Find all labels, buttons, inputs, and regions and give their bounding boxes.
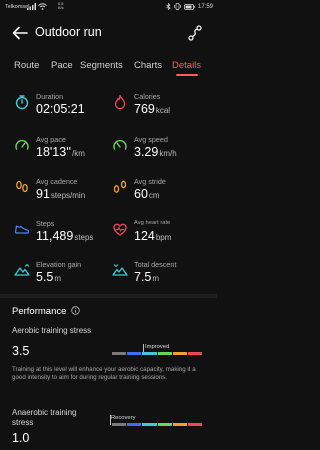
bar-segment — [127, 352, 142, 355]
bar-segment — [112, 423, 127, 426]
metric-avg-stride: Avg stride 60cm — [112, 177, 212, 207]
performance-title: Performance — [12, 306, 67, 317]
anaerobic-level-label: Recovery — [111, 415, 136, 421]
metric-avg-pace: Avg pace 18'13''/km — [14, 135, 114, 165]
metric-unit: km/h — [159, 149, 177, 158]
bar-segment — [142, 352, 157, 355]
tab-segments[interactable]: Segments — [80, 60, 123, 71]
net-speed-unit: K/s — [58, 6, 64, 10]
flame-icon — [114, 94, 126, 110]
footprints-icon — [16, 180, 28, 193]
bar-segment — [172, 352, 187, 355]
bar-segment — [187, 352, 203, 355]
tab-details[interactable]: Details — [172, 60, 201, 71]
mountain-up-icon — [14, 263, 30, 276]
bar-segment — [157, 352, 172, 355]
active-tab-indicator — [176, 74, 198, 76]
back-arrow-icon[interactable] — [11, 24, 29, 42]
tab-pace[interactable]: Pace — [51, 60, 73, 71]
bar-segment — [187, 423, 203, 426]
clock: 17:59 — [197, 3, 213, 10]
metric-unit: bpm — [155, 233, 172, 242]
metric-value: 11,489 — [36, 229, 74, 243]
tab-route[interactable]: Route — [14, 60, 39, 71]
aerobic-stress-value: 3.5 — [12, 344, 30, 358]
cell-signal-icon — [27, 3, 36, 10]
bar-segment — [142, 423, 157, 426]
metric-value: 18'13'' — [36, 145, 71, 159]
route-share-icon[interactable] — [187, 25, 203, 41]
anaerobic-stress-bar — [112, 423, 203, 426]
aerobic-level-label: Improved — [145, 344, 170, 350]
speed-gauge-icon — [113, 139, 127, 150]
net-speed: 0.5 K/s — [58, 2, 64, 10]
metric-unit: m — [152, 274, 160, 283]
metric-unit: /km — [71, 149, 85, 158]
mountain-down-icon — [112, 264, 128, 276]
status-bar: Telkomsel 0.5 K/s 17:59 — [0, 0, 217, 16]
shoe-icon — [14, 225, 30, 234]
bar-segment — [127, 423, 142, 426]
metric-calories: Calories 769kcal — [112, 92, 212, 122]
battery-icon — [184, 3, 195, 10]
page-title: Outdoor run — [35, 25, 102, 39]
metric-duration: Duration 02:05:21 — [14, 92, 114, 122]
metric-label: Avg heart rate — [134, 220, 171, 226]
wifi-icon — [38, 3, 47, 10]
tab-charts[interactable]: Charts — [134, 60, 162, 71]
aerobic-stress-bar — [112, 352, 203, 355]
metric-avg-cadence: Avg cadence 91steps/min — [14, 177, 114, 207]
metric-unit: cm — [148, 191, 160, 200]
metric-avg-speed: Avg speed 3.29km/h — [112, 135, 212, 165]
metric-value: 5.5 — [36, 270, 54, 284]
stride-icon — [113, 180, 127, 193]
metric-value: 60 — [134, 187, 148, 201]
aerobic-stress-description: Training at this level will enhance your… — [12, 366, 196, 381]
bar-segment — [112, 352, 127, 355]
metric-unit: m — [54, 274, 62, 283]
metric-value: 124 — [134, 229, 155, 243]
app-header: Outdoor run — [0, 20, 217, 46]
metric-unit: kcal — [155, 106, 171, 115]
pace-gauge-icon — [15, 139, 29, 150]
bar-segment — [157, 423, 172, 426]
metric-unit: steps — [74, 233, 94, 242]
metric-value: 7.5 — [134, 270, 152, 284]
section-divider — [0, 294, 217, 298]
bluetooth-icon — [166, 3, 171, 10]
metric-value: 769 — [134, 102, 155, 116]
metric-value: 91 — [36, 187, 50, 201]
anaerobic-stress-value: 1.0 — [12, 431, 30, 445]
anaerobic-stress-label: Anaerobic training stress — [12, 408, 77, 427]
metric-total-descent: Total descent 7.5m — [112, 260, 212, 290]
stopwatch-icon — [15, 95, 29, 110]
metric-value: 02:05:21 — [36, 102, 85, 116]
vibrate-icon — [174, 3, 181, 10]
metric-value: 3.29 — [134, 145, 159, 159]
signal-icons — [27, 3, 47, 10]
aerobic-stress-label: Aerobic training stress — [12, 326, 92, 335]
bar-segment — [172, 423, 187, 426]
metric-unit: steps/min — [50, 191, 86, 200]
carrier-name: Telkomsel — [5, 4, 30, 10]
info-icon[interactable] — [71, 306, 80, 315]
tab-bar: Route Pace Segments Charts Details — [0, 60, 217, 80]
metric-steps: Steps 11,489steps — [14, 219, 114, 249]
anaerobic-level-marker — [110, 415, 111, 425]
metric-avg-heart-rate: Avg heart rate 124bpm — [112, 219, 212, 249]
heart-pulse-icon — [113, 223, 127, 236]
metric-elevation-gain: Elevation gain 5.5m — [14, 260, 114, 290]
